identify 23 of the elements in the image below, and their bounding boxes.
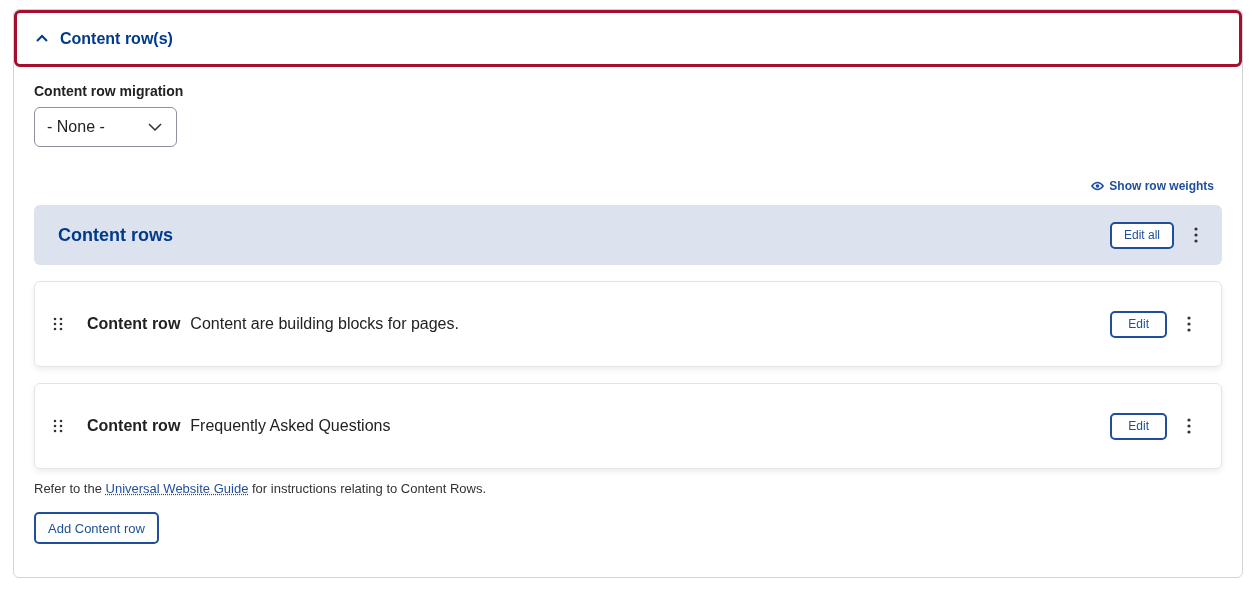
show-weights-link[interactable]: Show row weights [1091,179,1214,193]
chevron-down-icon [148,123,162,131]
more-icon [1194,227,1198,243]
add-button[interactable]: Add Content row [34,512,159,544]
edit-button[interactable]: Edit [1110,412,1167,440]
field-label: Content row migration [34,83,185,99]
edit-all-button[interactable]: Edit all [1109,221,1174,249]
row-type: Content row [87,315,181,333]
edit-button[interactable]: Edit [1110,310,1167,338]
drag-handle-icon [53,317,63,331]
table-title: Content rows [58,224,173,246]
eye-icon [1091,181,1105,191]
help-text: Refer to the Universal Website Guide for instructions relating to Content Rows. [34,481,488,496]
select-field[interactable]: - None - [34,107,177,147]
guide-link[interactable]: Universal Website Guide [105,481,249,496]
row-summary: Content are building blocks for pages. [190,315,459,333]
drag-handle-icon [53,419,63,433]
chevron-icon [36,34,48,43]
section-header[interactable]: Content row(s) [14,10,1242,67]
row-summary: Frequently Asked Questions [190,417,391,435]
more-icon [1187,316,1191,332]
row-type: Content row [87,417,181,435]
more-icon [1187,418,1191,434]
